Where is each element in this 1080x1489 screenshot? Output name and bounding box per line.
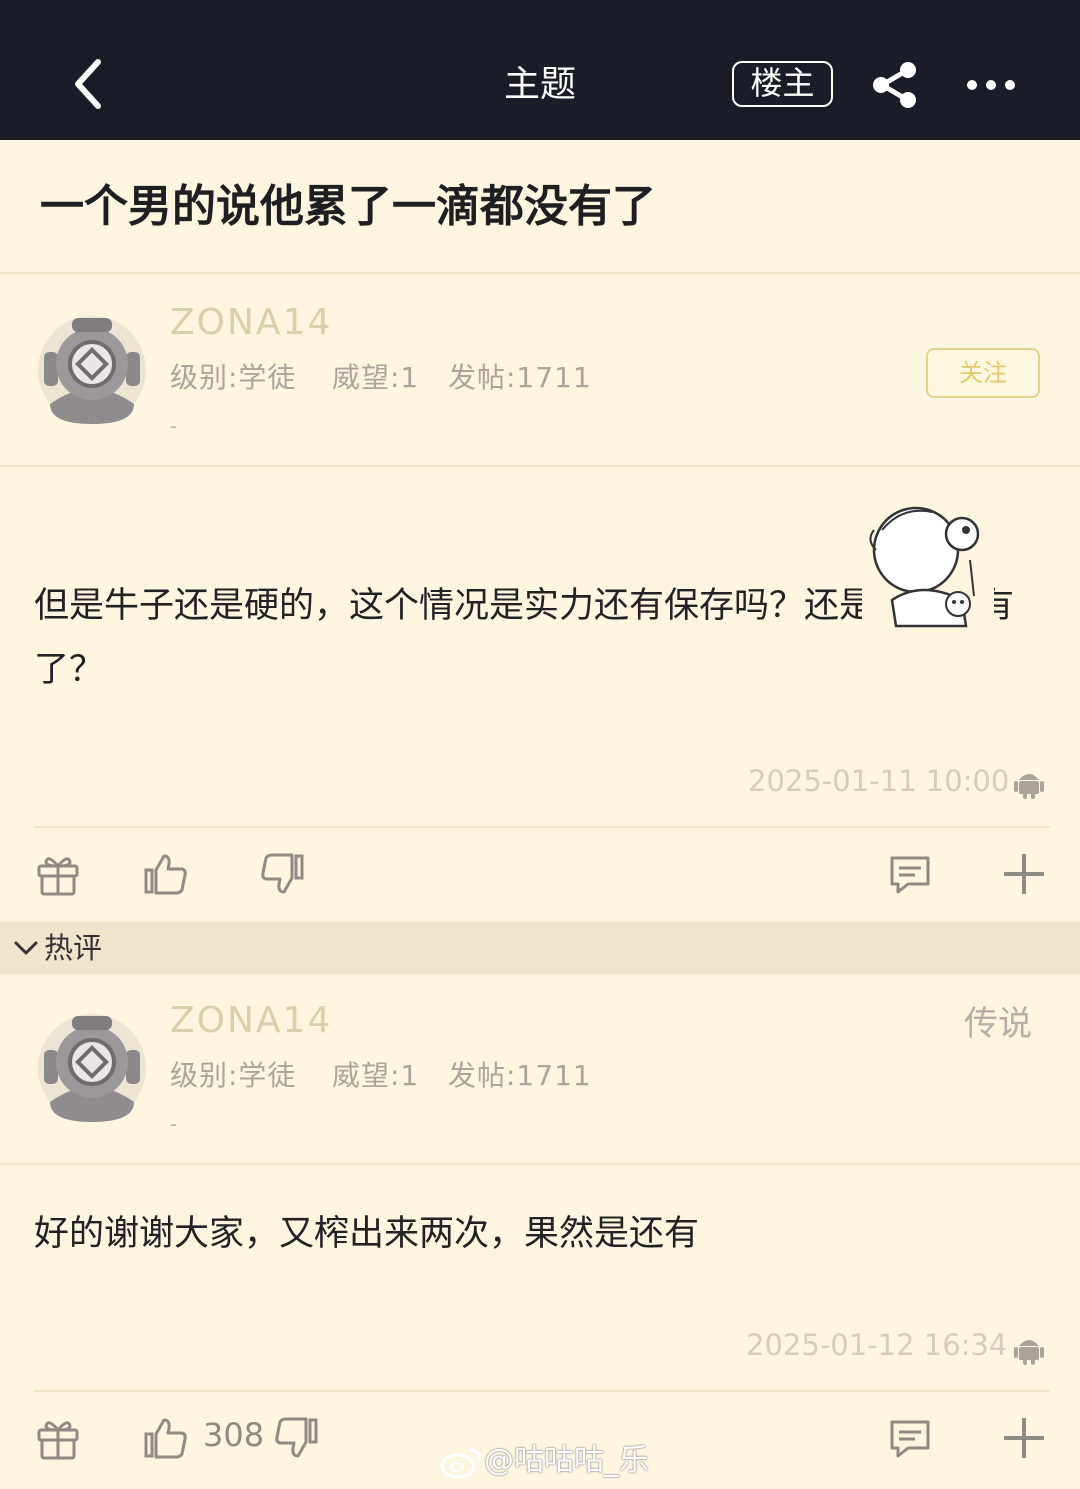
top-navigation-bar: 主题 楼主 [0, 0, 1080, 140]
sticker-image [862, 500, 994, 632]
reply-timestamp: 2025-01-12 16:34 [746, 1328, 1008, 1362]
user-signature: - [170, 1112, 178, 1136]
divider [34, 826, 1050, 828]
comment-icon[interactable] [886, 1414, 934, 1462]
plus-icon[interactable] [1000, 850, 1048, 898]
user-post-count: 发帖:1711 [448, 1059, 592, 1092]
thumb-up-icon[interactable] [142, 1414, 190, 1462]
op-only-button[interactable]: 楼主 [732, 61, 833, 107]
thread-title: 一个男的说他累了一滴都没有了 [40, 181, 656, 232]
divider [0, 272, 1080, 274]
avatar-icon [38, 316, 146, 424]
watermark: @咕咕咕_乐 [484, 1443, 649, 1478]
more-button[interactable] [964, 70, 1020, 100]
hot-comments-header[interactable]: 热评 [0, 922, 1080, 974]
share-button[interactable] [868, 60, 924, 110]
follow-button[interactable]: 关注 [926, 348, 1040, 398]
avatar[interactable] [36, 314, 148, 426]
thumb-up-icon[interactable] [142, 850, 190, 898]
thumb-down-icon[interactable] [272, 1414, 320, 1462]
divider [0, 465, 1080, 467]
gift-icon[interactable] [34, 1414, 82, 1462]
reply-content: 好的谢谢大家，又榨出来两次，果然是还有 [34, 1214, 700, 1254]
user-post-count: 发帖:1711 [448, 361, 592, 394]
hot-comments-label: 热评 [44, 931, 103, 965]
divider [34, 1390, 1050, 1392]
user-prestige: 威望:1 [332, 361, 420, 394]
comment-icon[interactable] [886, 850, 934, 898]
plus-icon[interactable] [1000, 1414, 1048, 1462]
avatar[interactable] [36, 1012, 148, 1124]
user-level: 级别:学徒 [170, 361, 297, 394]
thumb-down-icon[interactable] [258, 850, 306, 898]
username[interactable]: ZONA14 [170, 302, 332, 343]
android-icon [1014, 1340, 1044, 1365]
divider [0, 1163, 1080, 1165]
gift-icon[interactable] [34, 850, 82, 898]
user-prestige: 威望:1 [332, 1059, 420, 1092]
weibo-icon [440, 1448, 482, 1479]
more-icon [967, 80, 1015, 90]
user-signature: - [170, 414, 178, 438]
avatar-icon [38, 1014, 146, 1122]
reply-tag: 传说 [964, 1004, 1032, 1044]
like-count: 308 [203, 1416, 265, 1454]
android-icon [1014, 774, 1044, 799]
sticker-icon [862, 500, 994, 632]
share-icon [873, 62, 916, 108]
post-timestamp: 2025-01-11 10:00 [748, 764, 1010, 798]
chevron-down-icon [14, 941, 38, 955]
username[interactable]: ZONA14 [170, 1000, 332, 1041]
user-level: 级别:学徒 [170, 1059, 297, 1092]
